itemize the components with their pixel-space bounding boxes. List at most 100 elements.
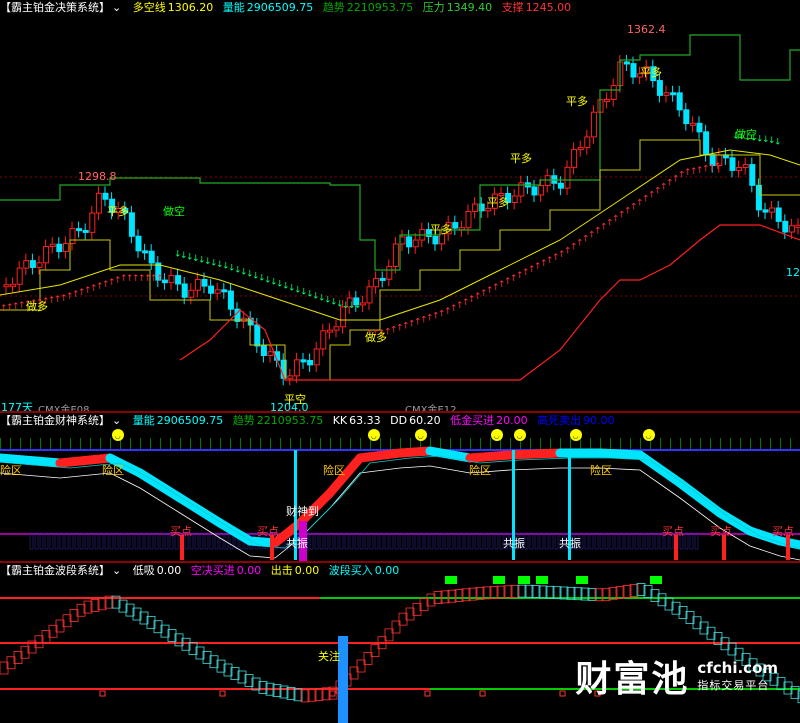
- green-tick: [200, 438, 201, 450]
- volume-bar: [329, 532, 334, 550]
- candle-body: [623, 61, 630, 65]
- panel2-header: 【霸主铂金财神系统】 ⌄ 量能 2906509.75 趋势 2210953.75 KK…: [0, 413, 800, 429]
- candle-body: [95, 192, 102, 214]
- signal-pingduo: 平多: [430, 223, 452, 236]
- candle-body: [590, 111, 597, 138]
- signal-zuoduo: 做多: [365, 331, 387, 344]
- volume-bar: [134, 532, 139, 550]
- candle-body: [214, 289, 221, 294]
- volume-bar: [314, 532, 319, 550]
- volume-bar: [434, 532, 439, 550]
- trend-band: [675, 478, 725, 518]
- volume-bar: [554, 532, 559, 550]
- volume-bar: [529, 532, 534, 550]
- candle-body: [762, 209, 769, 213]
- trend-band: [175, 493, 225, 528]
- volume-bar: [619, 532, 624, 550]
- volume-bar: [339, 532, 344, 550]
- green-tick: [50, 438, 51, 450]
- volume-bar: [429, 532, 434, 550]
- candle-body: [326, 329, 333, 333]
- indicator-duokong-label: 多空线: [132, 1, 166, 14]
- green-tick: [770, 438, 771, 450]
- indicator-highsell-value: 90.00: [583, 414, 615, 427]
- candle-body: [584, 136, 591, 149]
- candle-body: [29, 260, 36, 268]
- candle-body: [148, 250, 155, 264]
- wealth-system-panel: 【霸主铂金财神系统】 ⌄ 量能 2906509.75 趋势 2210953.75 KK…: [0, 413, 800, 563]
- volume-bar: [409, 532, 414, 550]
- small-marker: [424, 690, 431, 697]
- candle-body: [260, 345, 267, 357]
- green-tick: [620, 438, 621, 450]
- candle-body: [670, 92, 677, 96]
- green-tick: [700, 438, 701, 450]
- indicator-attack-label: 出击: [270, 564, 293, 577]
- volume-bar: [374, 532, 379, 550]
- volume-bar: [599, 532, 604, 550]
- green-tick: [610, 438, 611, 450]
- volume-bar: [594, 532, 599, 550]
- candle-body: [511, 195, 518, 203]
- volume-bar: [389, 532, 394, 550]
- indicator-volume-label: 量能: [222, 1, 245, 14]
- trend-band: [355, 448, 405, 463]
- candle-body: [208, 285, 215, 294]
- volume-bar: [614, 532, 619, 550]
- volume-bar: [414, 532, 419, 550]
- chevron-down-icon[interactable]: ⌄: [112, 564, 121, 577]
- green-tick: [710, 438, 711, 450]
- indicator-attack-value: 0.00: [294, 564, 320, 577]
- decision-system-panel: 【霸主铂金决策系统】 ⌄ 多空线 1306.20 量能 2906509.75 趋势 22…: [0, 0, 800, 416]
- green-tick: [160, 438, 161, 450]
- candle-body: [102, 192, 109, 200]
- green-tick: [290, 438, 291, 450]
- candle-body: [755, 184, 762, 211]
- candle-body: [194, 278, 201, 291]
- candle-body: [69, 228, 76, 244]
- small-marker: [559, 690, 566, 697]
- price-mid-label: 1298.8: [78, 170, 117, 183]
- volume-bar: [64, 532, 69, 550]
- green-tick: [130, 438, 131, 450]
- focus-label: 关注: [318, 650, 340, 663]
- green-tick: [790, 438, 791, 450]
- green-tick: [40, 438, 41, 450]
- candle-body: [656, 80, 663, 96]
- indicator-support-value: 1245.00: [525, 1, 572, 14]
- chevron-down-icon[interactable]: ⌄: [112, 1, 121, 14]
- down-arrow-icon: ↓: [774, 137, 782, 147]
- green-tick: [480, 438, 481, 450]
- indicator-dd-label: DD: [390, 414, 408, 427]
- green-tick: [350, 438, 351, 450]
- candle-body: [472, 203, 479, 212]
- candle-body: [412, 239, 419, 248]
- indicator-volume-label: 量能: [132, 414, 155, 427]
- volume-bar: [49, 532, 54, 550]
- green-tick: [660, 438, 661, 450]
- indicator-support-label: 支撑: [501, 1, 524, 14]
- volume-bar: [609, 532, 614, 550]
- chevron-down-icon[interactable]: ⌄: [112, 414, 121, 427]
- trend-band: [595, 448, 645, 460]
- green-tick: [70, 438, 71, 450]
- candle-body: [769, 207, 776, 213]
- green-tick: [340, 438, 341, 450]
- volume-bar: [94, 532, 99, 550]
- oscillator-chart[interactable]: ◡ ◡ ◡ ◡ ◡ ◡ ◡: [0, 413, 800, 563]
- candle-body: [557, 182, 564, 189]
- buy-point-label: 买点: [710, 525, 732, 538]
- volume-bar: [319, 532, 324, 550]
- trend-band: [635, 450, 685, 488]
- zone-label: 险区: [323, 464, 345, 477]
- small-marker: [219, 690, 226, 697]
- candle-body: [406, 236, 413, 248]
- trend-band: [505, 448, 565, 460]
- indicator-shortbuy-value: 0.00: [236, 564, 262, 577]
- price-high-label: 1362.4: [627, 23, 666, 36]
- candle-body: [254, 324, 261, 347]
- panel1-title: 【霸主铂金决策系统】: [0, 1, 110, 14]
- smiley-face: ◡: [115, 432, 121, 440]
- volume-bar: [544, 532, 549, 550]
- green-tick: [760, 438, 761, 450]
